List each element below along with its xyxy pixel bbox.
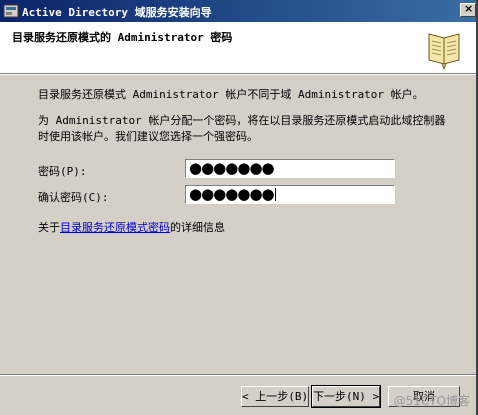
window-title: Active Directory 域服务安装向导	[22, 6, 212, 19]
help-prefix: 关于	[38, 221, 60, 234]
instruction-text: 为 Administrator 帐户分配一个密码，将在以目录服务还原模式启动此域…	[38, 114, 446, 143]
page-title: 目录服务还原模式的 Administrator 密码	[12, 31, 233, 44]
footer-divider	[0, 374, 478, 376]
password-label: 密码(P):	[38, 165, 87, 178]
dsrm-password-help-link[interactable]: 目录服务还原模式密码	[60, 221, 170, 234]
password-value: ●●●●●●●	[189, 159, 275, 177]
help-suffix: 的详细信息	[170, 221, 225, 234]
close-icon: ×	[464, 2, 474, 15]
title-bar[interactable]: Active Directory 域服务安装向导 ×	[0, 0, 478, 22]
confirm-password-value: ●●●●●●●	[189, 185, 276, 203]
back-button[interactable]: < 上一步(B)	[241, 386, 309, 407]
watermark: @51CTO博客	[393, 394, 470, 408]
close-button[interactable]: ×	[460, 2, 476, 17]
next-button[interactable]: 下一步(N) >	[311, 385, 381, 408]
book-icon	[428, 33, 460, 70]
confirm-password-field[interactable]: ●●●●●●●	[185, 185, 395, 204]
help-line: 关于目录服务还原模式密码的详细信息	[38, 219, 225, 235]
confirm-password-label: 确认密码(C):	[38, 191, 109, 204]
wizard-header: 目录服务还原模式的 Administrator 密码	[0, 22, 478, 74]
ad-wizard-icon	[3, 4, 19, 18]
description-text: 目录服务还原模式 Administrator 帐户不同于域 Administra…	[38, 88, 424, 101]
wizard-content: 目录服务还原模式 Administrator 帐户不同于域 Administra…	[0, 75, 478, 375]
password-field[interactable]: ●●●●●●●	[185, 159, 395, 178]
text-cursor	[274, 188, 276, 201]
